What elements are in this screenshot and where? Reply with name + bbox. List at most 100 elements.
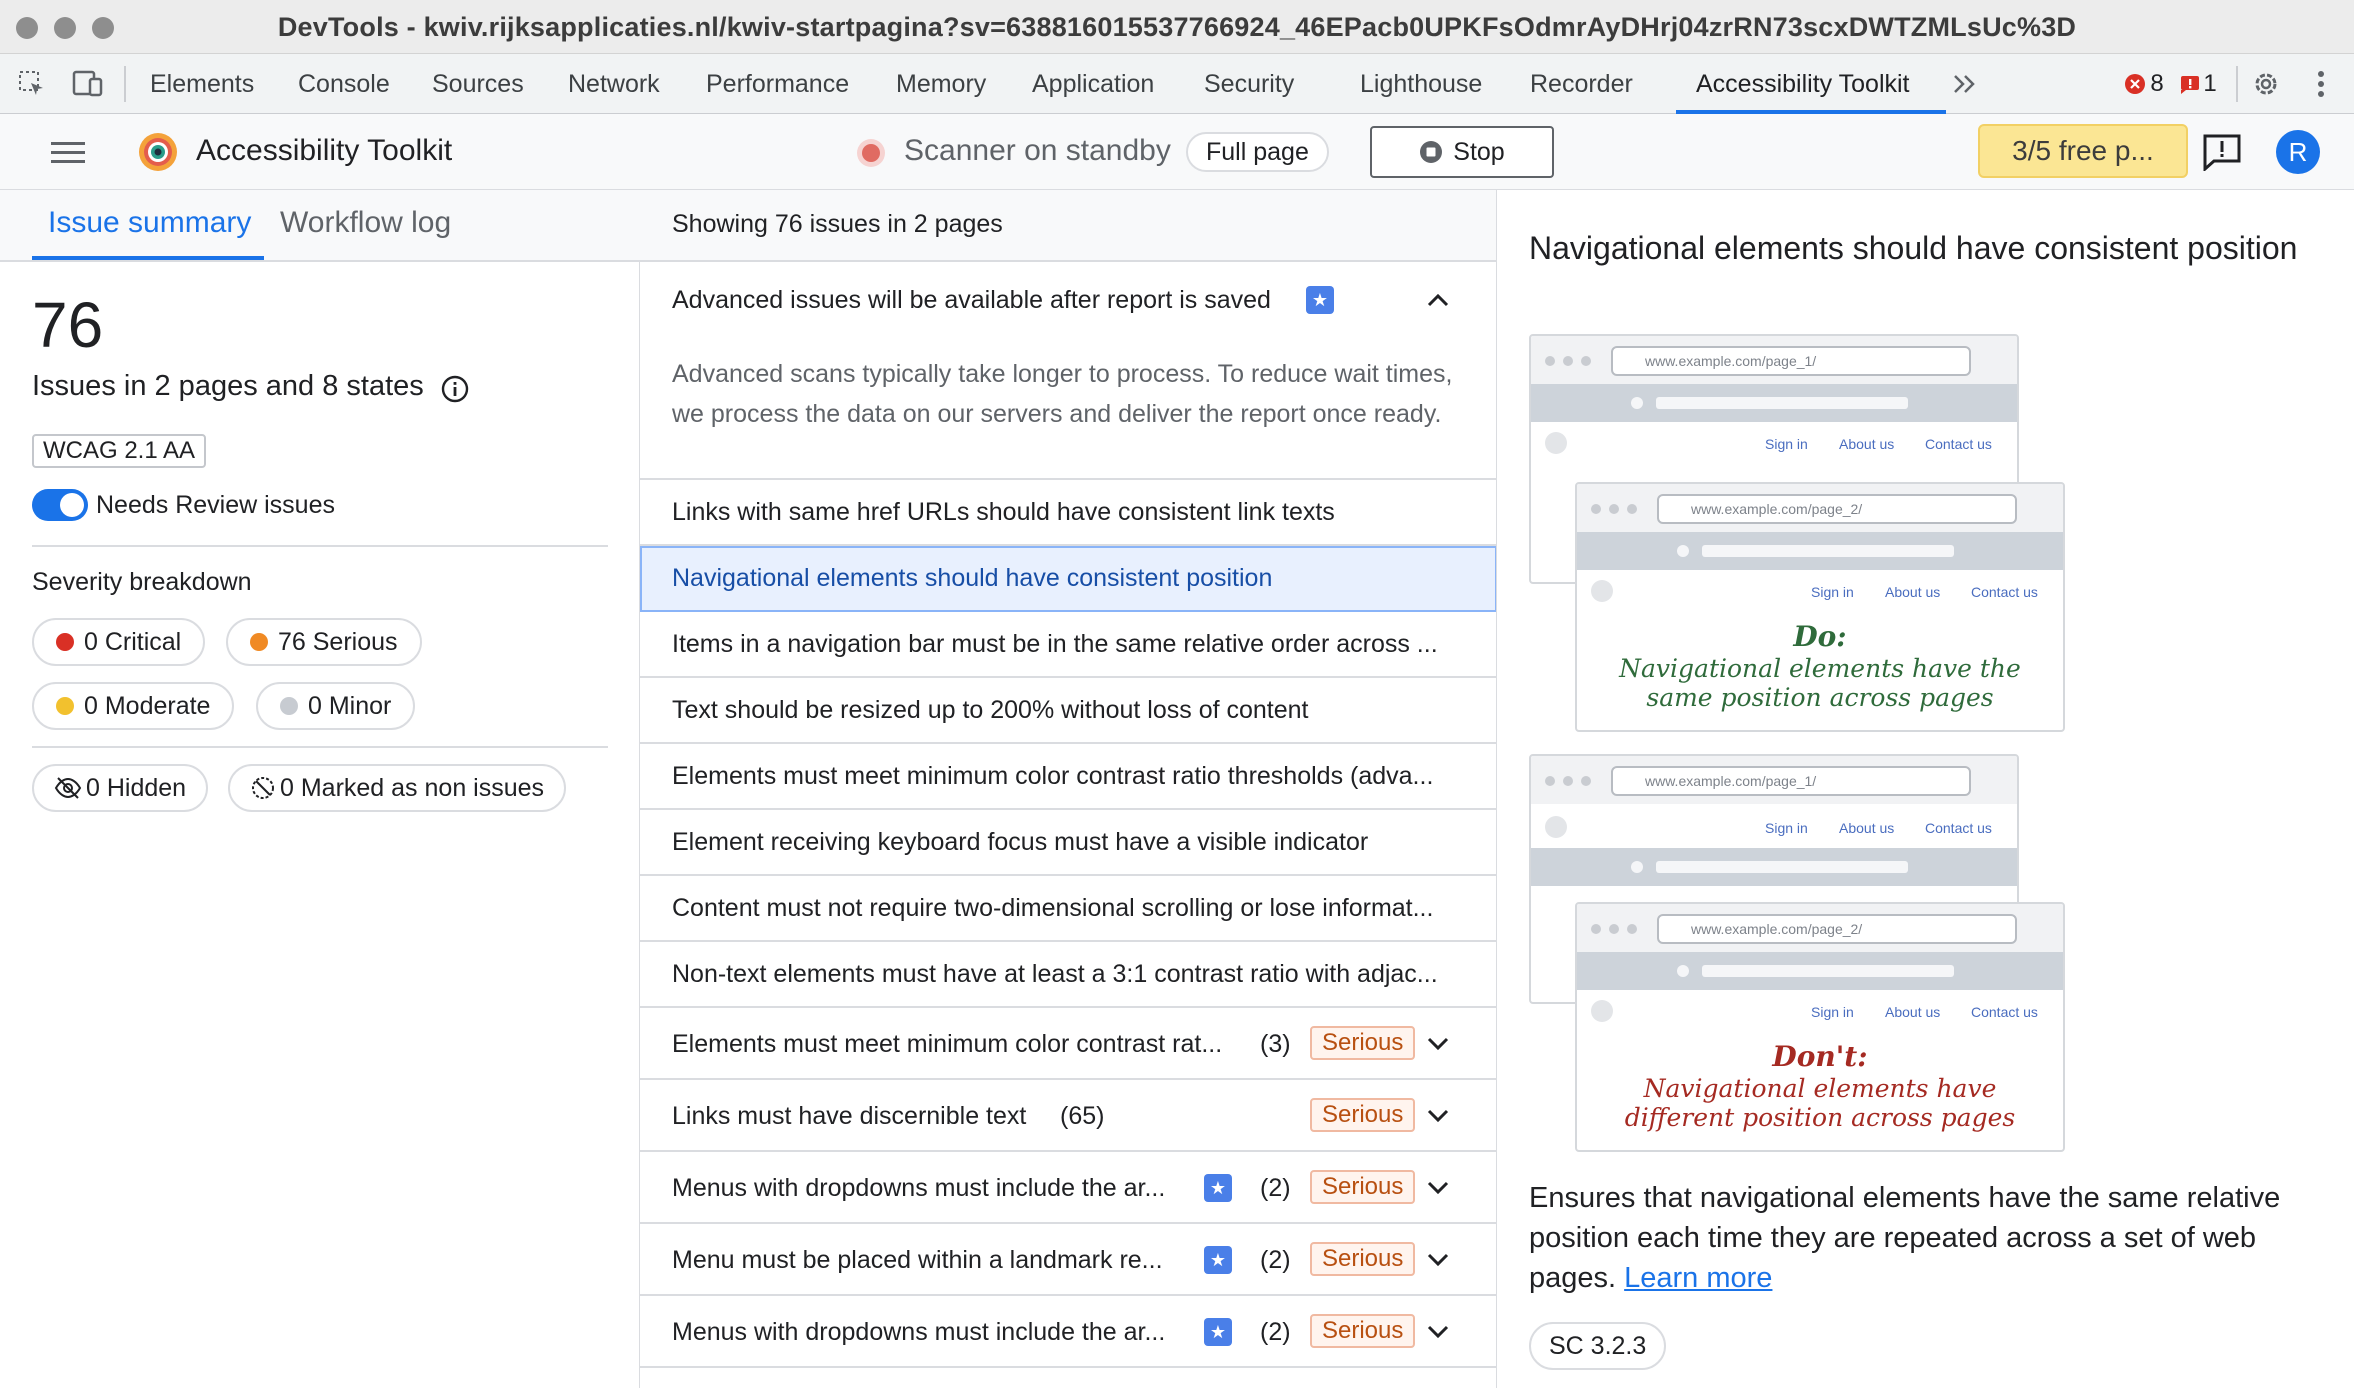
more-tabs-icon[interactable] [1948,66,1982,102]
severity-serious-filter[interactable]: 76 Serious [226,618,422,666]
user-avatar[interactable]: R [2276,130,2320,174]
tab-console[interactable]: Console [298,70,390,99]
detail-description: Ensures that navigational elements have … [1529,1178,2329,1298]
info-icon[interactable] [440,374,470,404]
premium-star-icon: ★ [1204,1318,1232,1346]
stop-label: Stop [1453,137,1505,166]
premium-star-icon: ★ [1306,286,1334,314]
do-text: Navigational elements have the same posi… [1619,654,2021,712]
detail-title: Navigational elements should have consis… [1529,230,2298,266]
errors-counter[interactable]: 8 [2112,70,2176,98]
advanced-issue-label: Content must not require two-dimensional… [672,894,1434,922]
inspect-element-icon[interactable] [14,66,50,102]
issue-summary-panel: Issue summary Workflow log 76 Issues in … [0,190,640,1388]
window-titlebar: DevTools - kwiv.rijksapplicaties.nl/kwiv… [0,0,2354,54]
severity-badge: Serious [1310,1242,1416,1276]
chevron-up-icon[interactable] [1426,288,1450,312]
issues-summary-text: Issues in 2 pages and 8 states [32,370,424,402]
free-pages-badge[interactable]: 3/5 free p... [1978,124,2188,178]
issue-count: (2) [1260,1174,1291,1202]
tab-recorder[interactable]: Recorder [1530,70,1633,99]
advanced-issue-item[interactable]: Element receiving keyboard focus must ha… [640,810,1496,876]
stop-scan-button[interactable]: Stop [1370,126,1554,178]
learn-more-link[interactable]: Learn more [1624,1262,1772,1294]
severity-heading: Severity breakdown [32,568,252,596]
standby-status-icon [854,136,888,170]
mock-nav-sign-in: Sign in [1811,1004,1854,1020]
tab-memory[interactable]: Memory [896,70,986,99]
tab-issue-summary[interactable]: Issue summary [48,206,251,240]
tab-performance[interactable]: Performance [706,70,849,99]
needs-review-toggle[interactable] [32,489,88,521]
tab-security[interactable]: Security [1204,70,1294,99]
severity-critical-filter[interactable]: 0 Critical [32,618,206,666]
devtools-tab-strip: Elements Console Sources Network Perform… [0,54,2354,114]
issue-row[interactable]: Elements must meet minimum color contras… [640,1008,1496,1080]
mock-url: www.example.com/page_1/ [1611,346,1971,376]
severity-critical-label: 0 Critical [84,627,182,656]
eye-off-icon [54,777,82,799]
severity-moderate-filter[interactable]: 0 Moderate [32,682,235,730]
hamburger-menu-icon[interactable] [48,136,88,168]
success-criterion-badge[interactable]: SC 3.2.3 [1529,1322,1667,1370]
advanced-issue-item[interactable]: Elements must meet minimum color contras… [640,744,1496,810]
advanced-issue-item[interactable]: Text should be resized up to 200% withou… [640,678,1496,744]
advanced-issue-item[interactable]: Items in a navigation bar must be in the… [640,612,1496,678]
mock-nav-about: About us [1885,1004,1941,1020]
issue-row[interactable]: Menu must be placed within a landmark re… [640,1224,1496,1296]
mock-nav-about: About us [1885,584,1941,600]
issue-row[interactable]: Links must have discernible text (65) Se… [640,1080,1496,1152]
severity-badge: Serious [1310,1314,1416,1348]
severity-minor-filter[interactable]: 0 Minor [256,682,416,730]
tab-sources[interactable]: Sources [432,70,524,99]
non-issues-label: 0 Marked as non issues [280,773,545,802]
tab-divider [2236,66,2238,102]
issue-row[interactable]: Menus with dropdowns must include the ar… [640,1296,1496,1368]
tab-application[interactable]: Application [1032,70,1154,99]
hidden-issues-filter[interactable]: 0 Hidden [32,764,209,812]
premium-star-icon: ★ [1204,1246,1232,1274]
issue-title: Elements must meet minimum color contras… [672,1030,1223,1058]
issues-counter[interactable]: 1 [2174,70,2222,98]
minor-dot-icon [280,697,298,715]
tab-lighthouse[interactable]: Lighthouse [1360,70,1482,99]
severity-serious-label: 76 Serious [278,627,398,656]
settings-gear-icon[interactable] [2248,66,2284,102]
chevron-down-icon[interactable] [1426,1176,1450,1200]
mock-nav-contact: Contact us [1925,436,1992,452]
needs-review-label: Needs Review issues [96,491,335,519]
error-icon [2125,74,2146,94]
advanced-issue-item[interactable]: Content must not require two-dimensional… [640,876,1496,942]
advanced-issue-item[interactable]: Links with same href URLs should have co… [640,480,1496,546]
example-page-2-do: www.example.com/page_2/ Sign in About us… [1575,482,2065,732]
chevron-down-icon[interactable] [1426,1032,1450,1056]
severity-moderate-label: 0 Moderate [84,691,211,720]
tab-workflow-log[interactable]: Workflow log [280,206,451,240]
issue-row[interactable]: Menus with dropdowns must include the ar… [640,1152,1496,1224]
do-label: Do: [1793,620,1847,653]
app-name: Accessibility Toolkit [196,134,453,167]
advanced-issue-item-selected[interactable]: Navigational elements should have consis… [640,546,1496,612]
advanced-issues-title[interactable]: Advanced issues will be available after … [672,286,1271,315]
tab-accessibility-toolkit[interactable]: Accessibility Toolkit [1696,70,1910,99]
more-options-icon[interactable] [2306,66,2336,102]
chevron-down-icon[interactable] [1426,1104,1450,1128]
scope-selector[interactable]: Full page [1186,132,1329,172]
divider [32,746,608,748]
issue-title: Menus with dropdowns must include the ar… [672,1174,1166,1202]
chevron-down-icon[interactable] [1426,1248,1450,1272]
advanced-issue-item[interactable]: Non-text elements must have at least a 3… [640,942,1496,1008]
non-issues-filter[interactable]: 0 Marked as non issues [228,764,567,812]
issue-flag-icon [2181,76,2200,94]
advanced-issue-label: Navigational elements should have consis… [672,564,1273,592]
serious-dot-icon [250,633,268,651]
device-toolbar-icon[interactable] [70,66,106,102]
issues-list-header: Showing 76 issues in 2 pages [640,190,1496,262]
issue-count: (65) [1060,1102,1105,1130]
feedback-icon[interactable] [2200,130,2244,174]
tab-elements[interactable]: Elements [150,70,254,99]
tab-network[interactable]: Network [568,70,660,99]
chevron-down-icon[interactable] [1426,1320,1450,1344]
issue-title: Menu must be placed within a landmark re… [672,1246,1163,1274]
issue-count: (2) [1260,1246,1291,1274]
